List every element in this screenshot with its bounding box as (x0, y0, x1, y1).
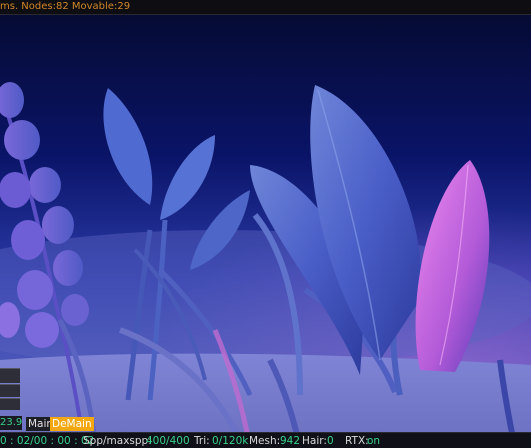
render-status-header: ms. Nodes:82 Movable:29 (0, 0, 531, 15)
tri-label: Tri: (194, 435, 210, 447)
side-panel-row[interactable] (0, 384, 20, 397)
hair-value: 0 (327, 435, 334, 447)
side-panel-row[interactable] (0, 398, 20, 410)
render-viewport[interactable]: ms. Nodes:82 Movable:29 23.90 Main DeMai… (0, 0, 531, 448)
hair-label: Hair: (302, 435, 327, 447)
rtx-label: RTX: (345, 435, 369, 447)
render-time: 0 : 02/00 : 00 : 02 (0, 435, 95, 447)
spp-label: Spp/maxspp: (83, 435, 152, 447)
render-image (0, 0, 531, 448)
mesh-value: 942 (280, 435, 301, 447)
tri-value: 0/120k (212, 435, 249, 447)
render-statistics-bar: 0 : 02/00 : 00 : 02 Spp/maxspp: 400/400 … (0, 432, 531, 448)
mesh-label: Mesh: (249, 435, 281, 447)
rtx-value: on (367, 435, 381, 447)
side-panel-value[interactable]: 23.90 (0, 416, 22, 430)
spp-value: 400/400 (146, 435, 190, 447)
side-panel-row[interactable] (0, 368, 20, 383)
tab-demain[interactable]: DeMain (50, 417, 94, 431)
render-stats-text: ms. Nodes:82 Movable:29 (0, 1, 131, 12)
